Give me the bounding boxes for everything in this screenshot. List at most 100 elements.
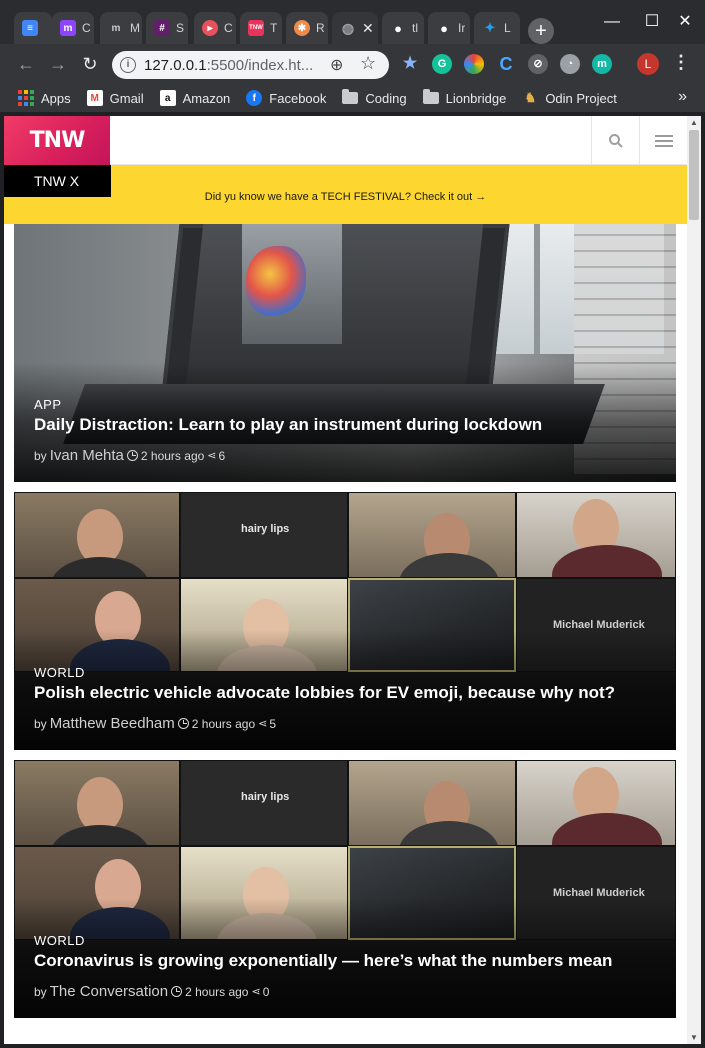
tab-3[interactable]: m M (100, 12, 142, 44)
scrollbar-thumb[interactable] (689, 130, 699, 220)
tnw-logo[interactable]: TNW (4, 116, 110, 165)
codepen-icon: ▸ (202, 20, 218, 36)
bookmark-label: Gmail (109, 90, 144, 106)
bookmark-odin-project[interactable]: ♞ Odin Project (522, 90, 616, 106)
tab-5[interactable]: ▸ C (194, 12, 236, 44)
tab-9[interactable]: ● tl (382, 12, 424, 44)
article-author[interactable]: Matthew Beedham (50, 715, 175, 732)
browser-menu-icon[interactable]: ⋮ (672, 52, 690, 73)
new-tab-button[interactable]: + (528, 18, 554, 44)
grammarly-icon[interactable]: G (432, 54, 452, 74)
facebook-icon: f (246, 90, 263, 106)
bookmark-label: Facebook (269, 90, 327, 106)
tab-8-active[interactable]: ◍ ✕ (332, 12, 378, 44)
minimize-button[interactable]: — (600, 10, 624, 34)
bookmark-facebook[interactable]: f Facebook (246, 90, 326, 106)
zoom-icon[interactable]: ⊕ (330, 55, 343, 75)
article-meta: WORLD Polish electric vehicle advocate l… (34, 665, 656, 732)
pumpkin-icon[interactable]: ◔ (560, 54, 580, 74)
c-ext-icon[interactable]: C (496, 54, 516, 74)
tab-title: C (82, 21, 91, 35)
page-scrollbar[interactable]: ▲ ▼ (687, 116, 701, 1044)
video-tile (348, 760, 516, 846)
react-icon: ✱ (294, 20, 310, 36)
folder-icon (422, 89, 439, 104)
article-category[interactable]: WORLD (34, 933, 656, 948)
article-shares: 5 (269, 716, 277, 731)
tnw-x-link[interactable]: TNW X (4, 165, 111, 197)
bookmark-amazon[interactable]: a Amazon (159, 90, 230, 106)
scroll-down-icon[interactable]: ▼ (690, 1033, 698, 1042)
page-viewport: Did yu know we have a TECH FESTIVAL? Che… (4, 116, 687, 1044)
article-headline[interactable]: Coronavirus is growing exponentially — h… (34, 951, 656, 971)
info-icon[interactable]: i (120, 57, 136, 73)
tab-10[interactable]: ● Ir (428, 12, 470, 44)
body-shape (50, 825, 150, 845)
reload-button[interactable]: ↻ (78, 52, 102, 76)
article-author[interactable]: Ivan Mehta (50, 447, 124, 464)
article-headline[interactable]: Daily Distraction: Learn to play an inst… (34, 415, 656, 435)
body-shape (552, 813, 662, 845)
promo-text[interactable]: Did yu know we have a TECH FESTIVAL? Che… (205, 191, 486, 203)
colorpick-icon[interactable] (464, 54, 484, 74)
site-header: TNW (4, 116, 687, 165)
tab-4[interactable]: # S (146, 12, 188, 44)
bookmark-star-icon[interactable]: ☆ (360, 53, 376, 74)
back-button[interactable]: ← (14, 52, 38, 76)
clock-icon (171, 986, 183, 997)
bookmark-lionbridge[interactable]: Lionbridge (422, 89, 507, 106)
video-tile: hairy lips (180, 760, 348, 846)
betta-fish-shape (246, 246, 306, 316)
tab-6[interactable]: TNW T (240, 12, 282, 44)
bookmark-coding[interactable]: Coding (342, 89, 407, 106)
profile-avatar[interactable]: L (637, 53, 659, 75)
github-icon: ● (440, 20, 448, 36)
monday-icon: m (60, 20, 76, 36)
body-shape (399, 553, 499, 577)
bookmark-apps[interactable]: Apps (18, 90, 71, 106)
tab-7[interactable]: ✱ R (286, 12, 328, 44)
privacy-icon[interactable]: ⊘ (528, 54, 548, 74)
video-tile: hairy lips (180, 492, 348, 578)
globe-icon: ◍ (341, 19, 355, 36)
tab-2[interactable]: m C (52, 12, 94, 44)
menu-button[interactable] (639, 116, 687, 165)
forward-button[interactable]: → (46, 52, 70, 76)
bookmark-gmail[interactable]: M Gmail (86, 90, 144, 106)
tab-title: tl (412, 21, 418, 35)
bookmark-label: Lionbridge (445, 90, 507, 106)
bookmark-ext-icon[interactable]: ★ (400, 54, 420, 74)
tab-title: C (224, 21, 233, 35)
article-time: 2 hours ago (185, 984, 249, 999)
twitter-icon: ✦ (484, 20, 496, 35)
close-window-button[interactable]: ✕ (673, 10, 697, 34)
bookmarks-overflow-icon[interactable]: » (678, 88, 687, 106)
github-icon: ● (394, 20, 402, 36)
article-shares: 0 (262, 984, 270, 999)
video-tile (516, 492, 676, 578)
article-author[interactable]: The Conversation (50, 983, 168, 1000)
tab-11[interactable]: ✦ L (474, 12, 520, 44)
hamburger-icon (654, 132, 673, 150)
maximize-button[interactable]: ☐ (640, 10, 664, 34)
clock-icon (177, 718, 189, 729)
tab-1[interactable]: ≡ (14, 12, 52, 44)
article-category[interactable]: APP (34, 397, 656, 412)
article-card[interactable]: hairy lips Michael Muderick (14, 760, 676, 1018)
bookmark-label: Apps (41, 90, 71, 106)
browser-chrome: ≡ m C m M # S ▸ C TNW T ✱ R ◍ ✕ ● tl ● I… (0, 0, 705, 116)
m-ext-icon[interactable]: m (592, 54, 612, 74)
article-headline[interactable]: Polish electric vehicle advocate lobbies… (34, 683, 656, 703)
url-text[interactable]: 127.0.0.1:5500/index.ht... (144, 57, 324, 74)
search-button[interactable] (591, 116, 639, 165)
article-card[interactable]: APP Daily Distraction: Learn to play an … (14, 224, 676, 482)
scroll-up-icon[interactable]: ▲ (690, 118, 698, 127)
browser-toolbar: ← → ↻ i 127.0.0.1:5500/index.ht... ⊕ ☆ ★… (0, 44, 705, 84)
article-category[interactable]: WORLD (34, 665, 656, 680)
address-bar[interactable]: i 127.0.0.1:5500/index.ht... ⊕ ☆ (112, 51, 389, 79)
article-byline: by Matthew Beedham 2 hours ago ⋖ 5 (34, 715, 656, 732)
tab-strip: ≡ m C m M # S ▸ C TNW T ✱ R ◍ ✕ ● tl ● I… (0, 0, 705, 44)
article-card[interactable]: hairy lips Michael Muderick (14, 492, 676, 750)
close-tab-icon[interactable]: ✕ (362, 20, 374, 37)
tab-title: T (270, 21, 278, 35)
